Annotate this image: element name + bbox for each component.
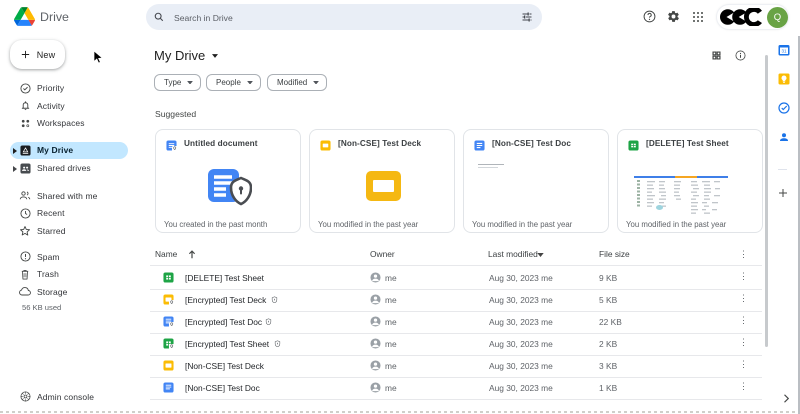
svg-text:31: 31 [781, 49, 787, 54]
